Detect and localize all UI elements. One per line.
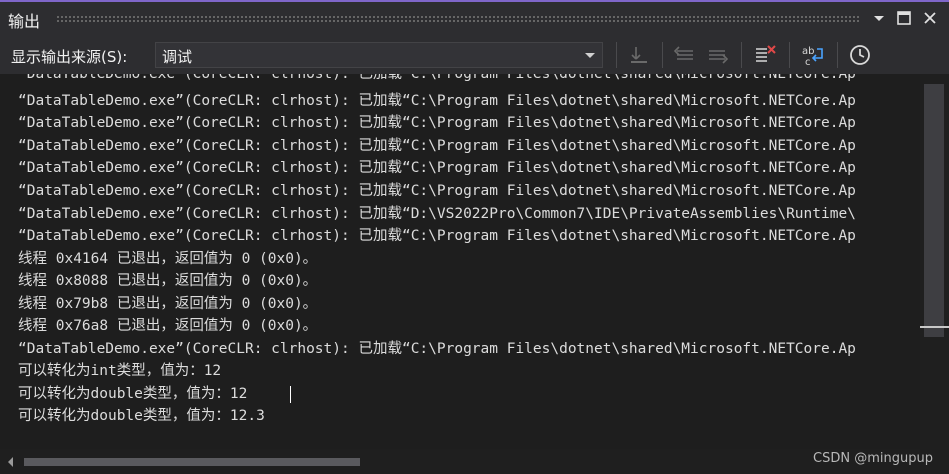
output-line: “DataTableDemo.exe”(CoreCLR: clrhost): 已… (18, 115, 856, 131)
output-line: 可以转化为int类型，值为：12 (18, 363, 222, 379)
output-line: 线程 0x8088 已退出，返回值为 0 (0x0)。 (18, 273, 318, 289)
word-wrap-icon[interactable]: ab c (801, 43, 825, 67)
output-line: 线程 0x79b8 已退出，返回值为 0 (0x0)。 (18, 296, 318, 312)
svg-text:ab: ab (802, 46, 814, 57)
clock-icon[interactable] (848, 43, 872, 67)
output-line: “DataTableDemo.exe”(CoreCLR: clrhost): 已… (18, 183, 856, 199)
output-line: 可以转化为double类型，值为：12.3 (18, 408, 265, 424)
output-line: “DataTableDemo.exe”(CoreCLR: clrhost): 已… (18, 93, 856, 109)
toolbar-separator (837, 42, 838, 68)
output-line: 线程 0x76a8 已退出，返回值为 0 (0x0)。 (18, 318, 318, 334)
scroll-position-marker (920, 326, 949, 328)
clear-all-icon[interactable] (753, 43, 777, 67)
dropdown-arrow-icon[interactable] (871, 10, 887, 26)
output-line: “DataTableDemo.exe”(CoreCLR: clrhost): 已… (18, 228, 856, 244)
scroll-left-icon[interactable] (8, 457, 13, 467)
output-panel-titlebar: 输出 (0, 0, 949, 36)
panel-title: 输出 (8, 12, 41, 31)
watermark: CSDN @mingupup (813, 451, 933, 466)
go-to-next-message-icon[interactable] (705, 43, 729, 67)
close-icon[interactable] (922, 10, 938, 26)
toolbar-separator (741, 42, 742, 68)
horizontal-scroll-thumb[interactable] (24, 458, 360, 466)
go-to-previous-message-icon[interactable] (673, 43, 697, 67)
toolbar-separator (662, 42, 663, 68)
source-select[interactable]: 调试 (155, 42, 603, 68)
panel-drag-grip[interactable] (56, 15, 859, 23)
output-line: “DataTableDemo.exe”(CoreCLR: clrhost): 已… (18, 206, 856, 222)
output-line: “DataTableDemo.exe”(CoreCLR: clrhost): 已… (18, 74, 856, 82)
output-text-area[interactable]: “DataTableDemo.exe”(CoreCLR: clrhost): 已… (0, 74, 920, 449)
source-label: 显示输出来源(S): (11, 48, 128, 66)
source-select-value: 调试 (162, 48, 193, 66)
toolbar-separator (616, 42, 617, 68)
vertical-scroll-thumb[interactable] (924, 84, 944, 337)
find-message-in-code-icon[interactable] (627, 43, 651, 67)
svg-text:c: c (805, 57, 811, 67)
output-line: 线程 0x4164 已退出，返回值为 0 (0x0)。 (18, 251, 318, 267)
vertical-scrollbar[interactable] (920, 74, 949, 449)
output-toolbar: 显示输出来源(S): 调试 ab c (0, 36, 949, 74)
maximize-icon[interactable] (896, 10, 912, 26)
output-line: “DataTableDemo.exe”(CoreCLR: clrhost): 已… (18, 138, 856, 154)
output-line: “DataTableDemo.exe”(CoreCLR: clrhost): 已… (18, 341, 856, 357)
chevron-down-icon (585, 53, 595, 58)
output-line: “DataTableDemo.exe”(CoreCLR: clrhost): 已… (18, 160, 856, 176)
horizontal-scrollbar[interactable] (0, 449, 949, 474)
toolbar-separator (789, 42, 790, 68)
text-caret (290, 386, 291, 403)
output-line: 可以转化为double类型，值为：12 (18, 386, 248, 402)
